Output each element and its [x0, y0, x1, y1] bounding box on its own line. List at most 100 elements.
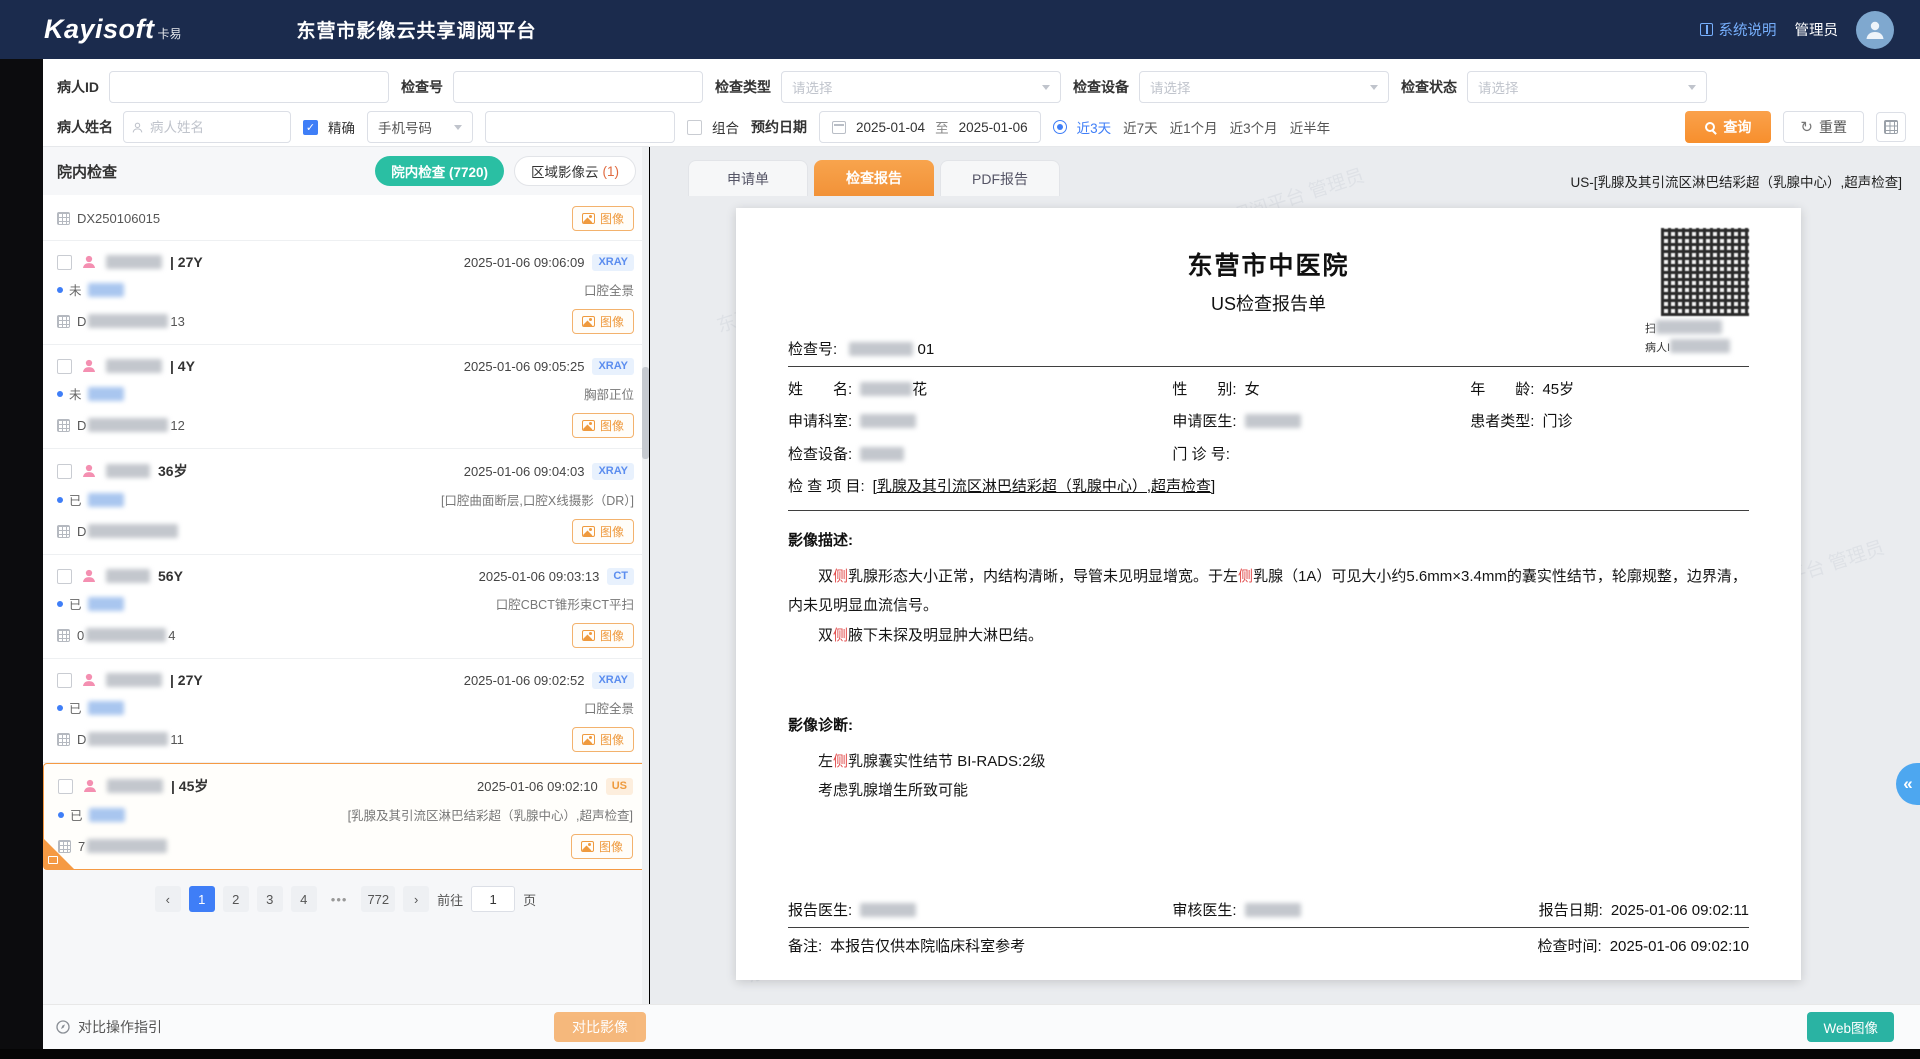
help-label: 系统说明: [1719, 19, 1777, 40]
status-placeholder: 请选择: [1478, 77, 1519, 97]
avatar[interactable]: [1856, 11, 1894, 49]
chevron-down-icon: [1370, 85, 1378, 90]
status-select[interactable]: 请选择: [1467, 71, 1707, 103]
search-button[interactable]: 查询: [1685, 111, 1771, 143]
exam-no-input[interactable]: [453, 71, 703, 103]
status-dot: [57, 391, 63, 397]
tab-regional-cloud[interactable]: 区域影像云 (1): [514, 156, 636, 186]
calendar-icon: [832, 121, 846, 134]
exam-no-row: 检查号: 01: [788, 338, 1749, 359]
image-button[interactable]: 图像: [572, 519, 634, 544]
prev-page-button[interactable]: ‹: [155, 886, 181, 912]
req-doctor-redacted: [1245, 414, 1301, 428]
phone-field-select[interactable]: 手机号码: [367, 111, 473, 143]
status-dot: [57, 497, 63, 503]
tab-exam-report[interactable]: 检查报告: [814, 160, 934, 196]
sex-value: 女: [1245, 381, 1260, 398]
name-redacted: [860, 382, 912, 396]
top-bar-right: 系统说明 管理员: [1700, 11, 1895, 49]
patient-age: | 27Y: [170, 672, 203, 688]
quick-filter-3d[interactable]: 近3天: [1053, 117, 1112, 137]
image-icon: [581, 841, 594, 852]
image-button-label: 图像: [600, 210, 624, 227]
quick-filter-1m[interactable]: 近1个月: [1170, 117, 1218, 137]
image-button[interactable]: 图像: [571, 834, 633, 859]
goto-page-input[interactable]: [471, 886, 515, 912]
qr-caption-redacted: [1656, 320, 1722, 334]
patient-id-label: 病人ID: [57, 77, 99, 97]
search-row-2: 病人姓名 ✓ 精确 手机号码 组合: [57, 109, 1906, 145]
accession-redacted: [88, 314, 168, 328]
search-button-label: 查询: [1723, 117, 1751, 137]
item-checkbox[interactable]: [57, 673, 72, 688]
patient-id-input[interactable]: [109, 71, 389, 103]
device-group: 检查设备 请选择: [1073, 71, 1389, 103]
exact-checkbox[interactable]: ✓: [303, 120, 318, 135]
tab-pdf-report[interactable]: PDF报告: [940, 160, 1060, 196]
image-button[interactable]: 图像: [572, 413, 634, 438]
page-button-4[interactable]: 4: [291, 886, 317, 912]
dept-label: 申请科室:: [788, 413, 852, 430]
tab-request-form[interactable]: 申请单: [688, 160, 808, 196]
image-icon: [582, 316, 595, 327]
image-button[interactable]: 图像: [572, 206, 634, 231]
page-button-3[interactable]: 3: [257, 886, 283, 912]
layout-toggle-button[interactable]: [1876, 112, 1906, 142]
page-unit-label: 页: [523, 890, 536, 909]
quick-filter-7d[interactable]: 近7天: [1123, 117, 1158, 137]
exam-type-select[interactable]: 请选择: [781, 71, 1061, 103]
list-scrollbar[interactable]: [642, 147, 649, 1004]
image-button-label: 图像: [600, 627, 624, 644]
list-item[interactable]: | 4Y 2025-01-06 09:05:25 XRAY 未 胸部正位 D12…: [43, 345, 648, 449]
patient-age: | 45岁: [171, 776, 208, 796]
patient-id-group: 病人ID: [57, 71, 389, 103]
quick-filter-3m[interactable]: 近3个月: [1230, 117, 1278, 137]
list-item[interactable]: | 27Y 2025-01-06 09:02:52 XRAY 已 口腔全景 D1…: [43, 659, 648, 763]
grid-icon: [1884, 120, 1898, 134]
quick-filter-6m[interactable]: 近半年: [1290, 117, 1331, 137]
divider: [788, 927, 1749, 928]
system-help-link[interactable]: 系统说明: [1700, 19, 1777, 40]
item-checkbox[interactable]: [58, 779, 73, 794]
list-item[interactable]: 36岁 2025-01-06 09:04:03 XRAY 已 [口腔曲面断层,口…: [43, 449, 648, 555]
image-button[interactable]: 图像: [572, 727, 634, 752]
list-item[interactable]: 56Y 2025-01-06 09:03:13 CT 已 口腔CBCT锥形束CT…: [43, 555, 648, 659]
list-item-partial[interactable]: DX250106015 图像: [43, 195, 648, 241]
date-separator: 至: [935, 117, 949, 137]
patient-name-input[interactable]: [123, 111, 291, 143]
ellipsis-icon[interactable]: •••: [325, 886, 354, 912]
compare-images-button[interactable]: 对比影像: [554, 1012, 646, 1042]
compare-guide-link[interactable]: 对比操作指引: [55, 1017, 162, 1037]
web-image-button[interactable]: Web图像: [1807, 1012, 1894, 1042]
status-redacted: [88, 387, 124, 401]
phone-input[interactable]: [485, 111, 675, 143]
accession-icon: [57, 212, 70, 225]
item-checkbox[interactable]: [57, 359, 72, 374]
list-item[interactable]: | 27Y 2025-01-06 09:06:09 XRAY 未 口腔全景 D1…: [43, 241, 648, 345]
patient-name-redacted: [106, 359, 162, 373]
patient-name-redacted: [106, 673, 162, 687]
page-button-1[interactable]: 1: [189, 886, 215, 912]
image-button[interactable]: 图像: [572, 309, 634, 334]
date-range-picker[interactable]: 2025-01-04 至 2025-01-06: [819, 111, 1041, 143]
image-button[interactable]: 图像: [572, 623, 634, 648]
modality-badge: CT: [607, 568, 634, 585]
image-icon: [582, 526, 595, 537]
item-checkbox[interactable]: [57, 464, 72, 479]
next-page-button[interactable]: ›: [403, 886, 429, 912]
tab-internal-exams[interactable]: 院内检查 (7720): [375, 156, 504, 186]
scrollbar-thumb[interactable]: [642, 367, 649, 459]
image-icon: [582, 420, 595, 431]
item-checkbox[interactable]: [57, 255, 72, 270]
page-button-last[interactable]: 772: [361, 886, 395, 912]
status-group: 检查状态 请选择: [1401, 71, 1707, 103]
patient-avatar-icon: [80, 567, 98, 585]
patient-type-label: 患者类型:: [1470, 413, 1534, 430]
page-button-2[interactable]: 2: [223, 886, 249, 912]
item-checkbox[interactable]: [57, 569, 72, 584]
device-select[interactable]: 请选择: [1139, 71, 1389, 103]
list-item-selected[interactable]: | 45岁 2025-01-06 09:02:10 US 已 [乳腺及其引流区淋…: [43, 763, 648, 870]
date-to: 2025-01-06: [959, 120, 1028, 135]
reset-button[interactable]: ↻ 重置: [1783, 111, 1864, 143]
combo-checkbox[interactable]: [687, 120, 702, 135]
